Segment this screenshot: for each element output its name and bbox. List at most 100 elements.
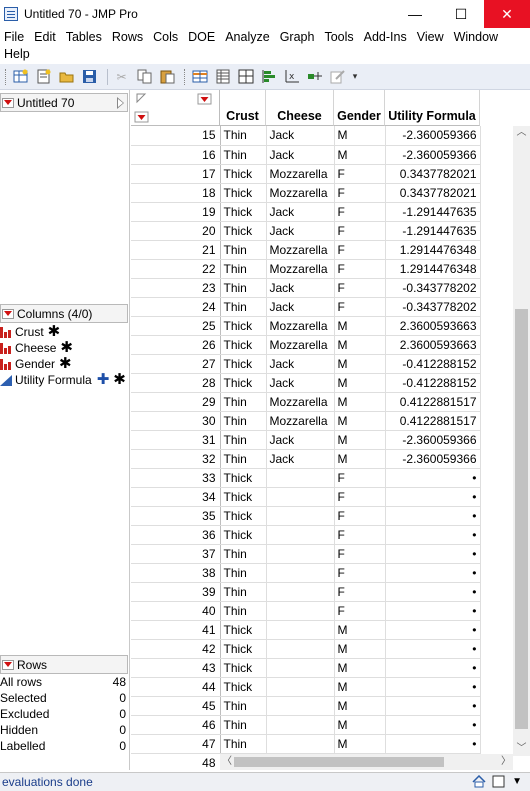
distribution-icon[interactable] xyxy=(259,68,278,86)
cell-gender[interactable]: F xyxy=(334,164,386,184)
cell-cheese[interactable] xyxy=(266,563,335,583)
toolbar-overflow-icon[interactable]: ▾ xyxy=(351,68,359,86)
row-number[interactable]: 34 xyxy=(131,487,221,507)
cell-crust[interactable]: Thick xyxy=(220,164,267,184)
table-row[interactable]: 20 Thick Jack F -1.291447635 xyxy=(131,221,481,241)
cell-gender[interactable]: F xyxy=(334,544,386,564)
table-row[interactable]: 34 Thick F • xyxy=(131,487,481,507)
menu-help[interactable]: Help xyxy=(0,46,530,62)
cell-utility-formula[interactable]: -0.412288152 xyxy=(385,354,481,374)
red-triangle-menu-icon[interactable] xyxy=(2,308,14,319)
table-row[interactable]: 28 Thick Jack M -0.412288152 xyxy=(131,373,481,393)
fit-model-icon[interactable] xyxy=(305,68,324,86)
cell-cheese[interactable] xyxy=(266,658,335,678)
table-row[interactable]: 41 Thick M • xyxy=(131,620,481,640)
data-table-icon[interactable] xyxy=(190,68,209,86)
fit-y-by-x-icon[interactable]: x xyxy=(282,68,301,86)
cell-cheese[interactable]: Jack xyxy=(266,449,335,469)
row-number[interactable]: 48 xyxy=(131,753,221,770)
maximize-button[interactable]: ☐ xyxy=(438,0,484,28)
row-number[interactable]: 33 xyxy=(131,468,221,488)
table-row[interactable]: 40 Thin F • xyxy=(131,601,481,621)
cell-crust[interactable]: Thin xyxy=(220,563,267,583)
paste-icon[interactable] xyxy=(158,68,177,86)
row-number[interactable]: 38 xyxy=(131,563,221,583)
dropdown-arrow-icon[interactable]: ▼ xyxy=(512,776,522,787)
column-item-crust[interactable]: Crust ✱ xyxy=(0,324,60,340)
cell-crust[interactable]: Thick xyxy=(220,468,267,488)
table-row[interactable]: 17 Thick Mozzarella F 0.3437782021 xyxy=(131,164,481,184)
table-row[interactable]: 35 Thick F • xyxy=(131,506,481,526)
row-number[interactable]: 47 xyxy=(131,734,221,754)
corner-controls[interactable] xyxy=(131,90,220,126)
toolbar-grip[interactable] xyxy=(5,68,8,85)
table-row[interactable]: 46 Thin M • xyxy=(131,715,481,735)
cell-crust[interactable]: Thin xyxy=(220,430,267,450)
cell-utility-formula[interactable]: • xyxy=(385,601,481,621)
home-icon[interactable] xyxy=(472,775,486,788)
column-header-cheese[interactable]: Cheese xyxy=(266,90,334,126)
cell-crust[interactable]: Thin xyxy=(220,297,267,317)
new-script-icon[interactable] xyxy=(34,68,53,86)
table-row[interactable]: 18 Thick Mozzarella F 0.3437782021 xyxy=(131,183,481,203)
cell-crust[interactable]: Thin xyxy=(220,392,267,412)
cell-gender[interactable]: M xyxy=(334,677,386,697)
cell-utility-formula[interactable]: • xyxy=(385,734,481,754)
menu-analyze[interactable]: Analyze xyxy=(221,30,275,44)
cell-cheese[interactable] xyxy=(266,601,335,621)
edit-script-icon[interactable] xyxy=(328,68,347,86)
table-row[interactable]: 22 Thin Mozzarella F 1.2914476348 xyxy=(131,259,481,279)
cell-utility-formula[interactable]: • xyxy=(385,506,481,526)
row-number[interactable]: 30 xyxy=(131,411,221,431)
table-row[interactable]: 36 Thick F • xyxy=(131,525,481,545)
row-number[interactable]: 21 xyxy=(131,240,221,260)
row-number[interactable]: 36 xyxy=(131,525,221,545)
cell-gender[interactable]: M xyxy=(334,316,386,336)
cell-gender[interactable]: F xyxy=(334,202,386,222)
row-number[interactable]: 37 xyxy=(131,544,221,564)
cell-cheese[interactable]: Jack xyxy=(266,202,335,222)
cell-crust[interactable]: Thick xyxy=(220,316,267,336)
copy-icon[interactable] xyxy=(135,68,154,86)
row-number[interactable]: 40 xyxy=(131,601,221,621)
cell-utility-formula[interactable]: -0.412288152 xyxy=(385,373,481,393)
cell-utility-formula[interactable]: 0.3437782021 xyxy=(385,183,481,203)
row-number[interactable]: 18 xyxy=(131,183,221,203)
menu-tools[interactable]: Tools xyxy=(320,30,359,44)
cell-utility-formula[interactable]: 1.2914476348 xyxy=(385,259,481,279)
close-button[interactable]: ✕ xyxy=(484,0,530,28)
cell-utility-formula[interactable]: • xyxy=(385,582,481,602)
cell-crust[interactable]: Thick xyxy=(220,354,267,374)
cell-gender[interactable]: M xyxy=(334,354,386,374)
row-number[interactable]: 45 xyxy=(131,696,221,716)
cell-gender[interactable]: F xyxy=(334,240,386,260)
column-header-crust[interactable]: Crust xyxy=(220,90,266,126)
scroll-down-icon[interactable]: ﹀ xyxy=(513,742,530,756)
cell-utility-formula[interactable]: 0.3437782021 xyxy=(385,164,481,184)
cell-crust[interactable]: Thin xyxy=(220,582,267,602)
cell-cheese[interactable] xyxy=(266,582,335,602)
cell-cheese[interactable]: Mozzarella xyxy=(266,392,335,412)
table-row[interactable]: 25 Thick Mozzarella M 2.3600593663 xyxy=(131,316,481,336)
vertical-scrollbar[interactable]: ︿ ﹀ xyxy=(513,126,530,756)
cell-gender[interactable]: F xyxy=(334,297,386,317)
table-panel-header[interactable]: Untitled 70 xyxy=(0,93,128,112)
table-row[interactable]: 45 Thin M • xyxy=(131,696,481,716)
table-row[interactable]: 31 Thin Jack M -2.360059366 xyxy=(131,430,481,450)
rows-panel-header[interactable]: Rows xyxy=(0,655,128,674)
cell-crust[interactable]: Thick xyxy=(220,373,267,393)
cell-utility-formula[interactable]: • xyxy=(385,696,481,716)
cell-gender[interactable]: F xyxy=(334,259,386,279)
row-number[interactable]: 28 xyxy=(131,373,221,393)
cell-crust[interactable]: Thick xyxy=(220,221,267,241)
asterisk-icon[interactable]: ✱ xyxy=(113,372,126,387)
expand-triangle-icon[interactable] xyxy=(117,97,124,109)
cell-crust[interactable]: Thick xyxy=(220,639,267,659)
cell-cheese[interactable]: Mozzarella xyxy=(266,240,335,260)
menu-view[interactable]: View xyxy=(413,30,450,44)
row-number[interactable]: 24 xyxy=(131,297,221,317)
column-header-gender[interactable]: Gender xyxy=(334,90,385,126)
asterisk-icon[interactable]: ✱ xyxy=(59,356,72,371)
cell-crust[interactable]: Thick xyxy=(220,677,267,697)
menu-tables[interactable]: Tables xyxy=(62,30,108,44)
